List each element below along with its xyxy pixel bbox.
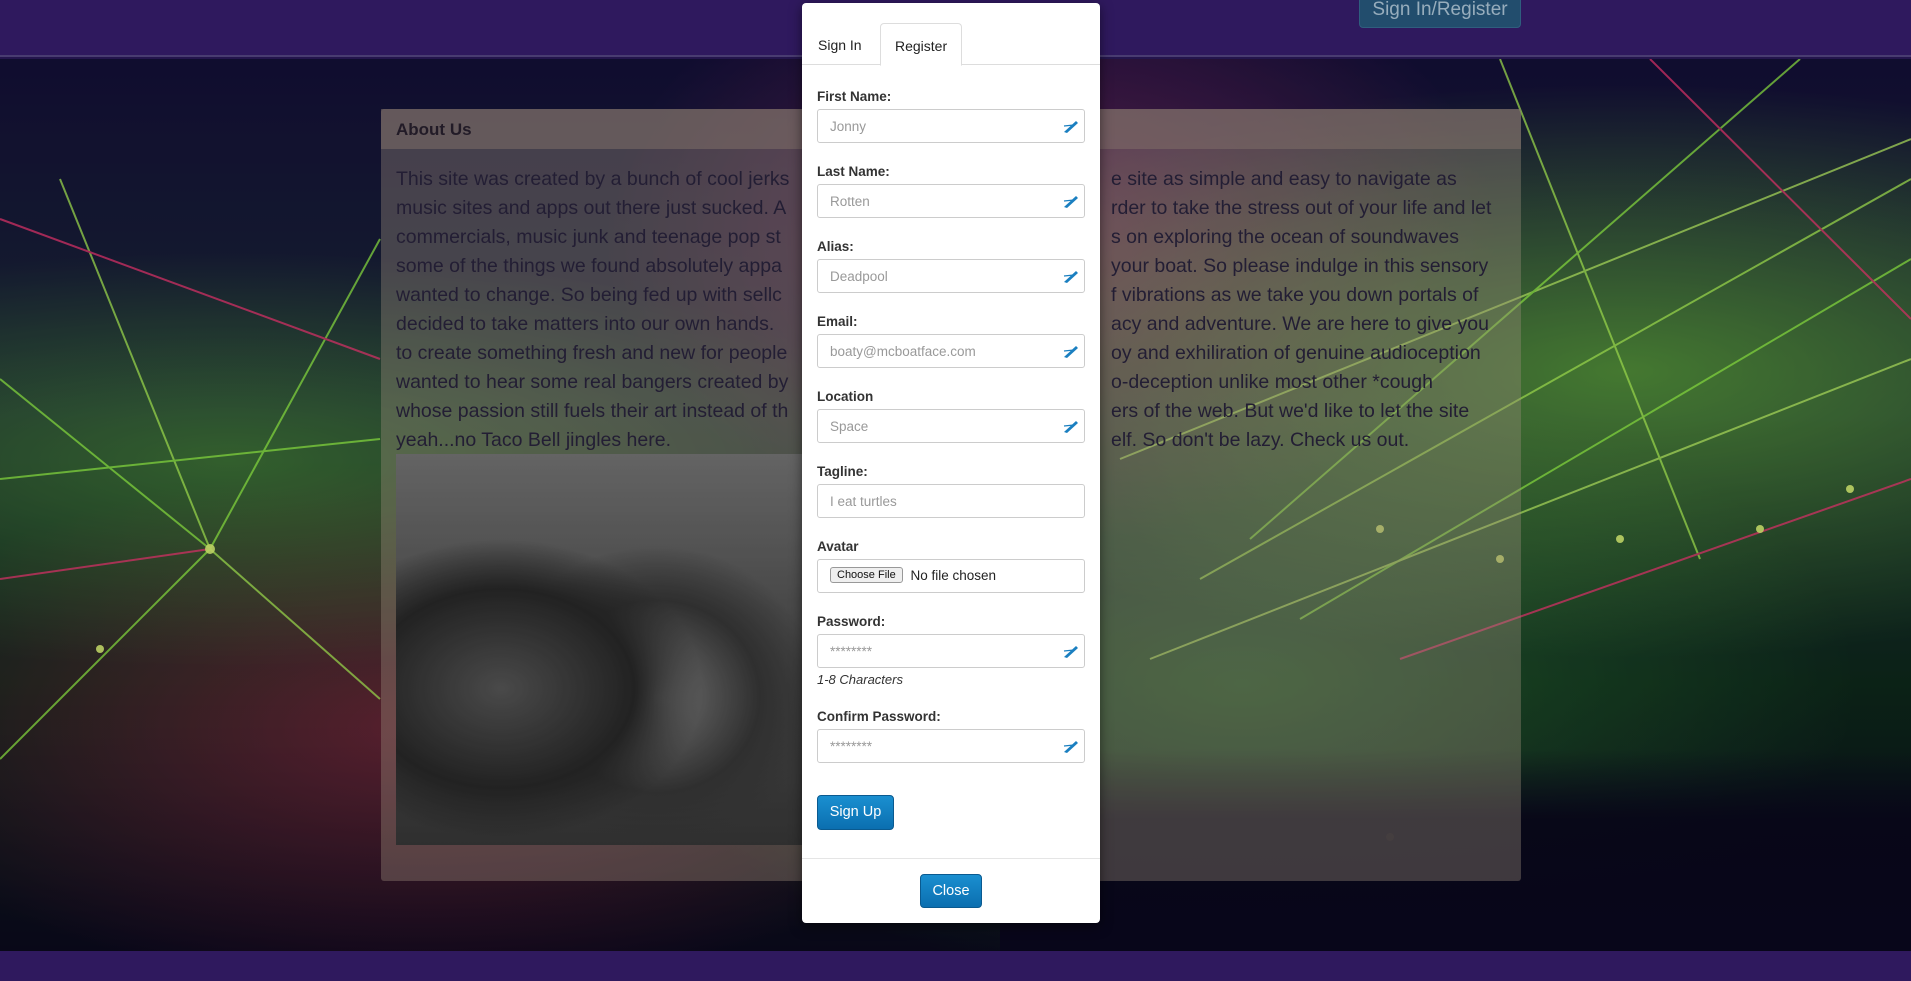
- alias-input[interactable]: Deadpool: [817, 259, 1085, 293]
- first-name-group: First Name: Jonny: [817, 89, 1085, 164]
- password-placeholder: ********: [830, 644, 873, 659]
- alias-group: Alias: Deadpool: [817, 239, 1085, 314]
- location-label: Location: [817, 389, 874, 404]
- tagline-group: Tagline: I eat turtles: [817, 464, 1085, 539]
- location-input[interactable]: Space: [817, 409, 1085, 443]
- pen-icon: [1063, 346, 1078, 358]
- tagline-input[interactable]: I eat turtles: [817, 484, 1085, 518]
- pen-icon: [1063, 196, 1078, 208]
- confirm-password-placeholder: ********: [830, 739, 873, 754]
- choose-file-button[interactable]: Choose File: [830, 567, 903, 584]
- file-status: No file chosen: [910, 567, 997, 583]
- avatar-label: Avatar: [817, 539, 859, 554]
- register-modal: Sign In Register First Name: Jonny Last …: [802, 3, 1100, 923]
- register-form: First Name: Jonny Last Name: Rotten Alia…: [817, 89, 1085, 784]
- last-name-placeholder: Rotten: [830, 194, 870, 209]
- first-name-label: First Name:: [817, 89, 892, 104]
- first-name-placeholder: Jonny: [830, 119, 867, 134]
- last-name-label: Last Name:: [817, 164, 890, 179]
- password-label: Password:: [817, 614, 886, 629]
- modal-tabs: Sign In Register: [802, 3, 1100, 66]
- password-group: Password: ******** 1-8 Characters: [817, 614, 1085, 709]
- confirm-password-label: Confirm Password:: [817, 709, 941, 724]
- email-input[interactable]: boaty@mcboatface.com: [817, 334, 1085, 368]
- sign-up-button[interactable]: Sign Up: [817, 795, 894, 830]
- tagline-label: Tagline:: [817, 464, 868, 479]
- alias-placeholder: Deadpool: [830, 269, 888, 284]
- tab-register[interactable]: Register: [880, 23, 963, 66]
- close-button[interactable]: Close: [920, 874, 982, 908]
- password-help-text: 1-8 Characters: [817, 672, 903, 687]
- avatar-group: Avatar Choose File No file chosen: [817, 539, 1085, 614]
- email-group: Email: boaty@mcboatface.com: [817, 314, 1085, 389]
- last-name-group: Last Name: Rotten: [817, 164, 1085, 239]
- confirm-password-input[interactable]: ********: [817, 729, 1085, 763]
- password-input[interactable]: ********: [817, 634, 1085, 668]
- modal-footer-divider: [802, 858, 1100, 859]
- pen-icon: [1063, 646, 1078, 658]
- last-name-input[interactable]: Rotten: [817, 184, 1085, 218]
- email-placeholder: boaty@mcboatface.com: [830, 344, 976, 359]
- alias-label: Alias:: [817, 239, 854, 254]
- avatar-file-input[interactable]: Choose File No file chosen: [817, 559, 1085, 593]
- pen-icon: [1063, 271, 1078, 283]
- email-label: Email:: [817, 314, 858, 329]
- pen-icon: [1063, 421, 1078, 433]
- tab-sign-in[interactable]: Sign In: [804, 23, 876, 66]
- tagline-placeholder: I eat turtles: [830, 494, 897, 509]
- location-placeholder: Space: [830, 419, 869, 434]
- location-group: Location Space: [817, 389, 1085, 464]
- first-name-input[interactable]: Jonny: [817, 109, 1085, 143]
- confirm-password-group: Confirm Password: ********: [817, 709, 1085, 784]
- pen-icon: [1063, 121, 1078, 133]
- pen-icon: [1063, 741, 1078, 753]
